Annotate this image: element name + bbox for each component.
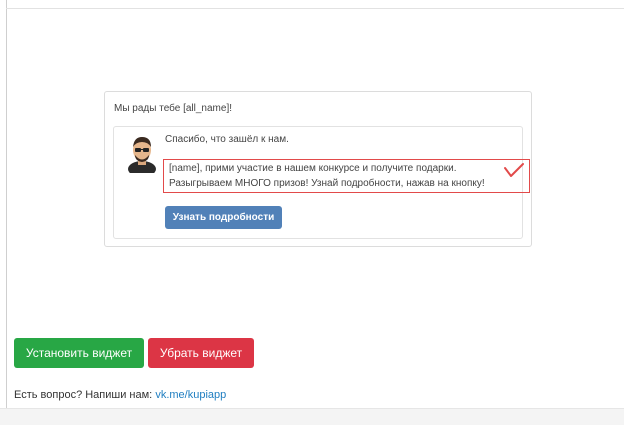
message-line-thanks: Спасибо, что зашёл к нам. [165,134,289,145]
highlighted-message-box: [name], прими участие в нашем конкурсе и… [163,159,530,193]
window-border-left [6,0,7,424]
message-card: Спасибо, что зашёл к нам. [name], прими … [113,126,530,239]
message-line-prizes: Разыгрываем МНОГО призов! Узнай подробно… [169,178,485,189]
widget-preview: Мы рады тебе [all_name]! Спасибо, что за… [104,91,532,247]
bottom-bar [0,408,624,425]
install-widget-button[interactable]: Установить виджет [14,338,144,368]
contact-line: Есть вопрос? Напиши нам: vk.me/kupiapp [14,389,226,401]
window-border-top [6,8,624,9]
contact-link[interactable]: vk.me/kupiapp [155,389,226,401]
remove-widget-button[interactable]: Убрать виджет [148,338,254,368]
avatar-icon [128,137,156,173]
checkmark-icon [504,163,524,177]
greeting-text: Мы рады тебе [all_name]! [114,103,233,114]
contact-prompt: Есть вопрос? Напиши нам: [14,389,153,401]
message-line-contest: [name], прими участие в нашем конкурсе и… [169,163,457,174]
learn-more-button[interactable]: Узнать подробности [165,206,282,229]
